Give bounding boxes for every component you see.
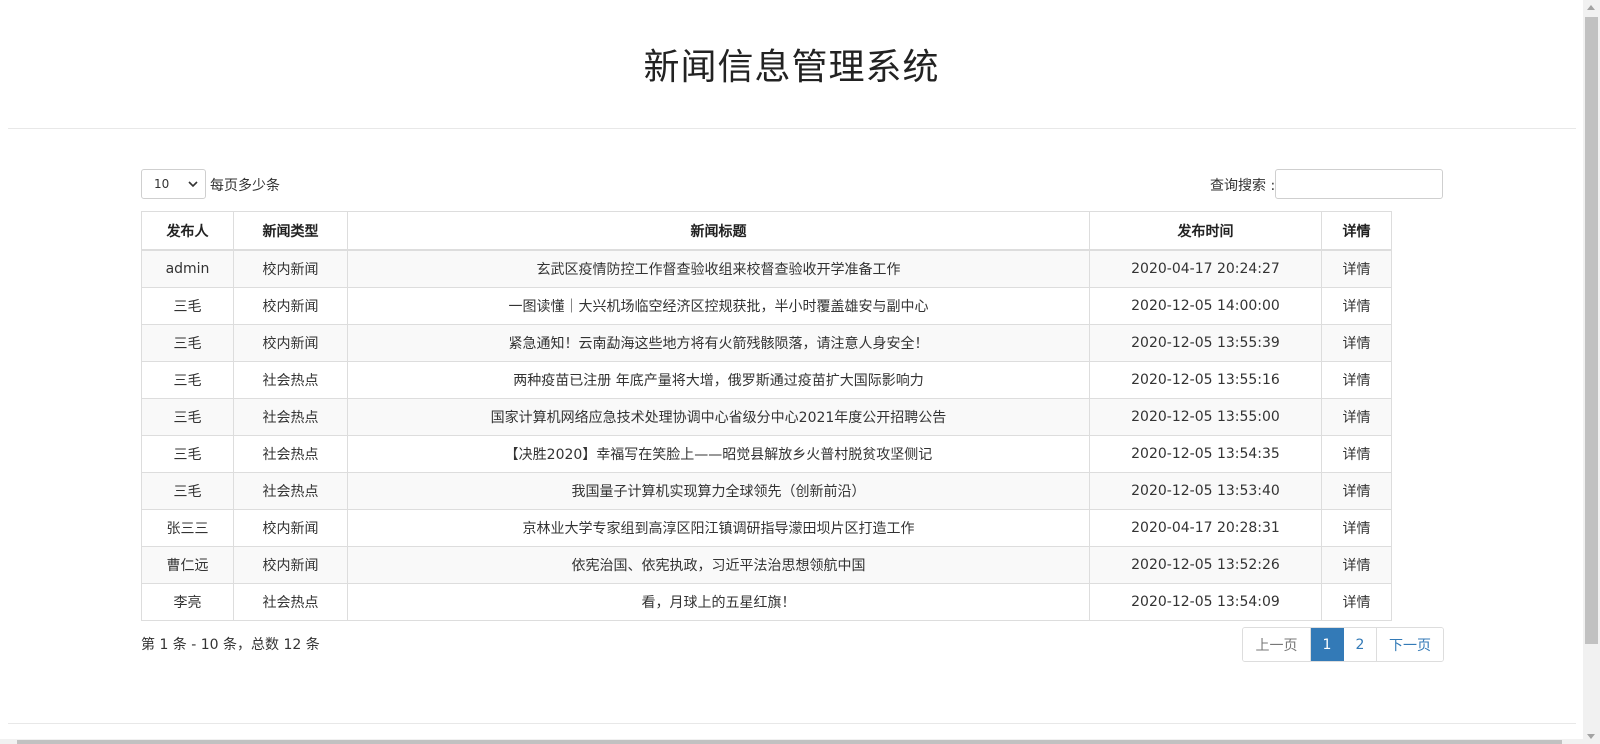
column-header-type[interactable]: 新闻类型: [233, 211, 348, 251]
cell-time: 2020-12-05 13:52:26: [1089, 546, 1322, 584]
cell-publisher: 三毛: [141, 398, 234, 436]
table-row[interactable]: 张三三 校内新闻 京林业大学专家组到高淳区阳江镇调研指导濛田坝片区打造工作 2020-…: [141, 509, 1392, 547]
cell-time: 2020-12-05 13:54:09: [1089, 583, 1322, 621]
cell-publisher: 三毛: [141, 287, 234, 325]
pagination: 上一页 1 2 下一页: [1242, 627, 1444, 662]
cell-publisher: admin: [141, 249, 234, 288]
next-page-button[interactable]: 下一页: [1377, 628, 1443, 661]
column-header-publisher[interactable]: 发布人: [141, 211, 234, 251]
search-input[interactable]: [1275, 169, 1443, 199]
cell-time: 2020-12-05 13:55:39: [1089, 324, 1322, 362]
page-title: 新闻信息管理系统: [643, 47, 940, 89]
page-size-value: 10: [154, 177, 170, 191]
detail-link[interactable]: 详情: [1321, 509, 1392, 547]
cell-time: 2020-12-05 13:55:00: [1089, 398, 1322, 436]
news-table: 发布人 新闻类型 新闻标题 发布时间 详情 admin 校内新闻 玄武区疫情防控工作…: [141, 211, 1392, 621]
cell-type: 社会热点: [233, 361, 348, 399]
cell-publisher: 张三三: [141, 509, 234, 547]
column-header-title[interactable]: 新闻标题: [347, 211, 1090, 251]
cell-publisher: 三毛: [141, 361, 234, 399]
cell-type: 社会热点: [233, 398, 348, 436]
cell-title: 紧急通知！云南勐海这些地方将有火箭残骸陨落，请注意人身安全！: [347, 324, 1090, 362]
cell-publisher: 三毛: [141, 324, 234, 362]
page-button-2[interactable]: 2: [1344, 628, 1377, 661]
detail-link[interactable]: 详情: [1321, 472, 1392, 510]
cell-time: 2020-04-17 20:24:27: [1089, 249, 1322, 288]
detail-link[interactable]: 详情: [1321, 361, 1392, 399]
cell-publisher: 三毛: [141, 472, 234, 510]
search-label: 查询搜索 :: [1210, 178, 1276, 194]
horizontal-scrollbar-thumb[interactable]: [17, 740, 1562, 744]
cell-type: 校内新闻: [233, 249, 348, 288]
table-row[interactable]: 曹仁远 校内新闻 依宪治国、依宪执政，习近平法治思想领航中国 2020-12-05 1…: [141, 546, 1392, 584]
table-body: admin 校内新闻 玄武区疫情防控工作督查验收组来校督查验收开学准备工作 2020-…: [141, 249, 1392, 621]
table-row[interactable]: 三毛 校内新闻 紧急通知！云南勐海这些地方将有火箭残骸陨落，请注意人身安全！ 2020…: [141, 324, 1392, 362]
vertical-scrollbar[interactable]: [1583, 0, 1600, 744]
cell-time: 2020-12-05 13:55:16: [1089, 361, 1322, 399]
scroll-up-arrow-icon[interactable]: [1587, 5, 1595, 10]
cell-time: 2020-12-05 14:00:00: [1089, 287, 1322, 325]
cell-time: 2020-04-17 20:28:31: [1089, 509, 1322, 547]
cell-type: 校内新闻: [233, 287, 348, 325]
table-header-row: 发布人 新闻类型 新闻标题 发布时间 详情: [141, 211, 1392, 251]
detail-link[interactable]: 详情: [1321, 249, 1392, 288]
table-row[interactable]: 三毛 社会热点 两种疫苗已注册 年底产量将大增，俄罗斯通过疫苗扩大国际影响力 2020…: [141, 361, 1392, 399]
detail-link[interactable]: 详情: [1321, 583, 1392, 621]
page-size-label: 每页多少条: [210, 178, 280, 194]
prev-page-button[interactable]: 上一页: [1243, 628, 1311, 661]
cell-time: 2020-12-05 13:53:40: [1089, 472, 1322, 510]
column-header-time[interactable]: 发布时间: [1089, 211, 1322, 251]
page-size-select[interactable]: 10: [141, 169, 206, 199]
cell-title: 看，月球上的五星红旗！: [347, 583, 1090, 621]
table-row[interactable]: 三毛 校内新闻 一图读懂｜大兴机场临空经济区控规获批，半小时覆盖雄安与副中心 2020…: [141, 287, 1392, 325]
header-divider: [8, 128, 1576, 129]
cell-time: 2020-12-05 13:54:35: [1089, 435, 1322, 473]
chevron-down-icon: [188, 181, 198, 188]
cell-title: 我国量子计算机实现算力全球领先（创新前沿）: [347, 472, 1090, 510]
vertical-scrollbar-thumb[interactable]: [1585, 17, 1598, 644]
cell-title: 依宪治国、依宪执政，习近平法治思想领航中国: [347, 546, 1090, 584]
scroll-down-arrow-icon[interactable]: [1587, 734, 1595, 739]
page: 新闻信息管理系统 10 每页多少条 查询搜索 : 发布人 新闻类型 新闻标题 发…: [0, 0, 1600, 744]
detail-link[interactable]: 详情: [1321, 287, 1392, 325]
cell-publisher: 李亮: [141, 583, 234, 621]
cell-publisher: 曹仁远: [141, 546, 234, 584]
cell-title: 玄武区疫情防控工作督查验收组来校督查验收开学准备工作: [347, 249, 1090, 288]
cell-type: 社会热点: [233, 435, 348, 473]
cell-title: 京林业大学专家组到高淳区阳江镇调研指导濛田坝片区打造工作: [347, 509, 1090, 547]
horizontal-scrollbar[interactable]: [0, 739, 1583, 744]
cell-title: 两种疫苗已注册 年底产量将大增，俄罗斯通过疫苗扩大国际影响力: [347, 361, 1090, 399]
detail-link[interactable]: 详情: [1321, 398, 1392, 436]
cell-type: 社会热点: [233, 472, 348, 510]
footer-divider: [8, 723, 1576, 724]
page-button-1[interactable]: 1: [1311, 628, 1344, 661]
cell-type: 校内新闻: [233, 546, 348, 584]
detail-link[interactable]: 详情: [1321, 324, 1392, 362]
detail-link[interactable]: 详情: [1321, 546, 1392, 584]
detail-link[interactable]: 详情: [1321, 435, 1392, 473]
cell-title: 一图读懂｜大兴机场临空经济区控规获批，半小时覆盖雄安与副中心: [347, 287, 1090, 325]
cell-publisher: 三毛: [141, 435, 234, 473]
table-row[interactable]: 三毛 社会热点 【决胜2020】幸福写在笑脸上——昭觉县解放乡火普村脱贫攻坚侧记 20…: [141, 435, 1392, 473]
cell-title: 国家计算机网络应急技术处理协调中心省级分中心2021年度公开招聘公告: [347, 398, 1090, 436]
cell-type: 校内新闻: [233, 324, 348, 362]
cell-title: 【决胜2020】幸福写在笑脸上——昭觉县解放乡火普村脱贫攻坚侧记: [347, 435, 1090, 473]
table-summary: 第 1 条 - 10 条，总数 12 条: [141, 637, 320, 653]
table-row[interactable]: 李亮 社会热点 看，月球上的五星红旗！ 2020-12-05 13:54:09 详情: [141, 583, 1392, 621]
cell-type: 校内新闻: [233, 509, 348, 547]
cell-type: 社会热点: [233, 583, 348, 621]
table-row[interactable]: admin 校内新闻 玄武区疫情防控工作督查验收组来校督查验收开学准备工作 2020-…: [141, 249, 1392, 288]
table-row[interactable]: 三毛 社会热点 我国量子计算机实现算力全球领先（创新前沿） 2020-12-05 13…: [141, 472, 1392, 510]
column-header-detail[interactable]: 详情: [1321, 211, 1392, 251]
table-row[interactable]: 三毛 社会热点 国家计算机网络应急技术处理协调中心省级分中心2021年度公开招聘公告…: [141, 398, 1392, 436]
